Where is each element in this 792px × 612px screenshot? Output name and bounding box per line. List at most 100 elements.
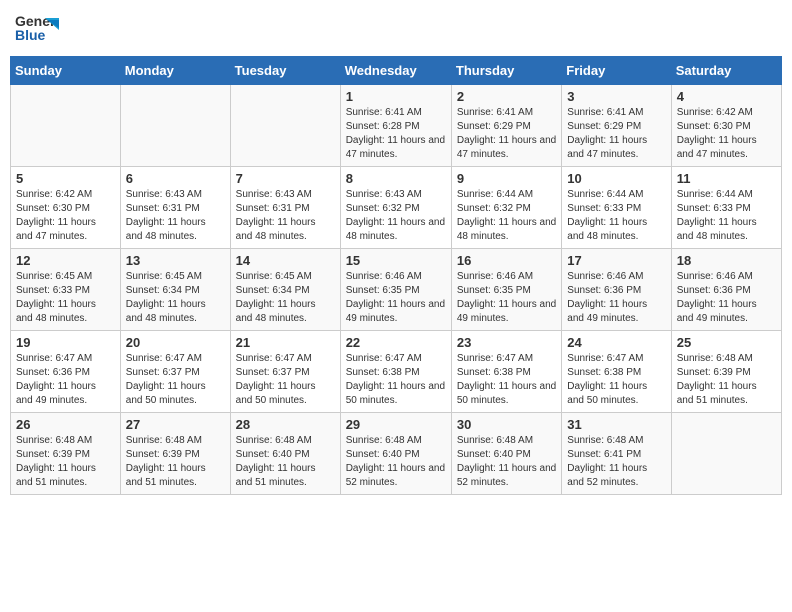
calendar-cell: [120, 85, 230, 167]
cell-content: Sunrise: 6:47 AMSunset: 6:38 PMDaylight:…: [567, 352, 665, 408]
calendar-cell: [671, 413, 781, 495]
calendar-cell: 16Sunrise: 6:46 AMSunset: 6:35 PMDayligh…: [451, 249, 561, 331]
day-of-week-header: Monday: [120, 57, 230, 85]
day-number: 29: [346, 417, 446, 432]
calendar-cell: 3Sunrise: 6:41 AMSunset: 6:29 PMDaylight…: [562, 85, 671, 167]
day-number: 2: [457, 89, 556, 104]
day-number: 15: [346, 253, 446, 268]
calendar-cell: 29 Sunrise: 6:48 AMSunset: 6:40 PMDayligh…: [340, 413, 451, 495]
day-number: 26: [16, 417, 115, 432]
calendar-cell: 5Sunrise: 6:42 AMSunset: 6:30 PMDaylight…: [11, 167, 121, 249]
day-number: 1: [346, 89, 446, 104]
calendar-cell: 11 Sunrise: 6:44 AMSunset: 6:33 PMDayligh…: [671, 167, 781, 249]
page-header: General Blue: [10, 10, 782, 46]
cell-content: Sunrise: 6:43 AMSunset: 6:32 PMDaylight:…: [346, 188, 446, 244]
day-number: 30: [457, 417, 556, 432]
day-number: 6: [126, 171, 225, 186]
cell-content: Sunrise: 6:47 AMSunset: 6:36 PMDaylight:…: [16, 352, 115, 408]
cell-content: Sunrise: 6:47 AMSunset: 6:38 PMDaylight:…: [346, 352, 446, 408]
calendar-cell: 8 Sunrise: 6:43 AMSunset: 6:32 PMDaylight…: [340, 167, 451, 249]
calendar-body: 1 Sunrise: 6:41 AMSunset: 6:28 PMDaylight…: [11, 85, 782, 495]
cell-content: Sunrise: 6:42 AMSunset: 6:30 PMDaylight:…: [677, 106, 776, 162]
cell-content: Sunrise: 6:48 AMSunset: 6:41 PMDaylight:…: [567, 434, 665, 490]
calendar-table: SundayMondayTuesdayWednesdayThursdayFrid…: [10, 56, 782, 495]
cell-content: Sunrise: 6:48 AMSunset: 6:40 PMDaylight:…: [346, 434, 446, 490]
cell-content: Sunrise: 6:44 AMSunset: 6:33 PMDaylight:…: [677, 188, 776, 244]
cell-content: Sunrise: 6:46 AMSunset: 6:35 PMDaylight:…: [346, 270, 446, 326]
calendar-cell: [11, 85, 121, 167]
day-number: 12: [16, 253, 115, 268]
calendar-cell: 23 Sunrise: 6:47 AMSunset: 6:38 PMDayligh…: [451, 331, 561, 413]
calendar-cell: 7 Sunrise: 6:43 AMSunset: 6:31 PMDaylight…: [230, 167, 340, 249]
day-of-week-header: Tuesday: [230, 57, 340, 85]
cell-content: Sunrise: 6:45 AMSunset: 6:34 PMDaylight:…: [126, 270, 225, 326]
calendar-cell: 28 Sunrise: 6:48 AMSunset: 6:40 PMDayligh…: [230, 413, 340, 495]
calendar-cell: 17 Sunrise: 6:46 AMSunset: 6:36 PMDayligh…: [562, 249, 671, 331]
day-number: 8: [346, 171, 446, 186]
cell-content: Sunrise: 6:44 AMSunset: 6:32 PMDaylight:…: [457, 188, 556, 244]
calendar-cell: 10 Sunrise: 6:44 AMSunset: 6:33 PMDayligh…: [562, 167, 671, 249]
logo: General Blue: [15, 10, 61, 46]
day-number: 19: [16, 335, 115, 350]
calendar-cell: 19 Sunrise: 6:47 AMSunset: 6:36 PMDayligh…: [11, 331, 121, 413]
day-of-week-header: Friday: [562, 57, 671, 85]
calendar-week-row: 19 Sunrise: 6:47 AMSunset: 6:36 PMDayligh…: [11, 331, 782, 413]
day-number: 9: [457, 171, 556, 186]
cell-content: Sunrise: 6:47 AMSunset: 6:38 PMDaylight:…: [457, 352, 556, 408]
calendar-cell: 30 Sunrise: 6:48 AMSunset: 6:40 PMDayligh…: [451, 413, 561, 495]
day-number: 25: [677, 335, 776, 350]
day-number: 28: [236, 417, 335, 432]
day-number: 22: [346, 335, 446, 350]
cell-content: Sunrise: 6:48 AMSunset: 6:40 PMDaylight:…: [457, 434, 556, 490]
calendar-cell: 15 Sunrise: 6:46 AMSunset: 6:35 PMDayligh…: [340, 249, 451, 331]
calendar-header-row: SundayMondayTuesdayWednesdayThursdayFrid…: [11, 57, 782, 85]
calendar-cell: 12 Sunrise: 6:45 AMSunset: 6:33 PMDayligh…: [11, 249, 121, 331]
day-number: 17: [567, 253, 665, 268]
day-number: 21: [236, 335, 335, 350]
day-number: 13: [126, 253, 225, 268]
calendar-cell: 26 Sunrise: 6:48 AMSunset: 6:39 PMDayligh…: [11, 413, 121, 495]
calendar-cell: 9 Sunrise: 6:44 AMSunset: 6:32 PMDaylight…: [451, 167, 561, 249]
day-of-week-header: Sunday: [11, 57, 121, 85]
calendar-cell: 18 Sunrise: 6:46 AMSunset: 6:36 PMDayligh…: [671, 249, 781, 331]
day-number: 11: [677, 171, 776, 186]
day-number: 23: [457, 335, 556, 350]
cell-content: Sunrise: 6:43 AMSunset: 6:31 PMDaylight:…: [126, 188, 225, 244]
calendar-cell: 1 Sunrise: 6:41 AMSunset: 6:28 PMDaylight…: [340, 85, 451, 167]
cell-content: Sunrise: 6:41 AMSunset: 6:29 PMDaylight:…: [457, 106, 556, 162]
day-number: 10: [567, 171, 665, 186]
calendar-cell: 27Sunrise: 6:48 AMSunset: 6:39 PMDayligh…: [120, 413, 230, 495]
day-number: 18: [677, 253, 776, 268]
calendar-week-row: 12 Sunrise: 6:45 AMSunset: 6:33 PMDayligh…: [11, 249, 782, 331]
day-number: 3: [567, 89, 665, 104]
day-number: 20: [126, 335, 225, 350]
calendar-cell: 6 Sunrise: 6:43 AMSunset: 6:31 PMDaylight…: [120, 167, 230, 249]
cell-content: Sunrise: 6:41 AMSunset: 6:28 PMDaylight:…: [346, 106, 446, 162]
cell-content: Sunrise: 6:44 AMSunset: 6:33 PMDaylight:…: [567, 188, 665, 244]
calendar-cell: 13 Sunrise: 6:45 AMSunset: 6:34 PMDayligh…: [120, 249, 230, 331]
day-number: 24: [567, 335, 665, 350]
calendar-cell: 14Sunrise: 6:45 AMSunset: 6:34 PMDayligh…: [230, 249, 340, 331]
calendar-week-row: 26 Sunrise: 6:48 AMSunset: 6:39 PMDayligh…: [11, 413, 782, 495]
day-number: 14: [236, 253, 335, 268]
calendar-week-row: 1 Sunrise: 6:41 AMSunset: 6:28 PMDaylight…: [11, 85, 782, 167]
day-of-week-header: Thursday: [451, 57, 561, 85]
cell-content: Sunrise: 6:45 AMSunset: 6:33 PMDaylight:…: [16, 270, 115, 326]
calendar-week-row: 5Sunrise: 6:42 AMSunset: 6:30 PMDaylight…: [11, 167, 782, 249]
cell-content: Sunrise: 6:47 AMSunset: 6:37 PMDaylight:…: [236, 352, 335, 408]
calendar-cell: 25Sunrise: 6:48 AMSunset: 6:39 PMDayligh…: [671, 331, 781, 413]
cell-content: Sunrise: 6:46 AMSunset: 6:36 PMDaylight:…: [677, 270, 776, 326]
calendar-cell: 4Sunrise: 6:42 AMSunset: 6:30 PMDaylight…: [671, 85, 781, 167]
cell-content: Sunrise: 6:46 AMSunset: 6:36 PMDaylight:…: [567, 270, 665, 326]
calendar-cell: 31Sunrise: 6:48 AMSunset: 6:41 PMDayligh…: [562, 413, 671, 495]
calendar-cell: 20 Sunrise: 6:47 AMSunset: 6:37 PMDayligh…: [120, 331, 230, 413]
calendar-cell: 22 Sunrise: 6:47 AMSunset: 6:38 PMDayligh…: [340, 331, 451, 413]
cell-content: Sunrise: 6:48 AMSunset: 6:39 PMDaylight:…: [16, 434, 115, 490]
calendar-cell: 21 Sunrise: 6:47 AMSunset: 6:37 PMDayligh…: [230, 331, 340, 413]
day-number: 7: [236, 171, 335, 186]
cell-content: Sunrise: 6:43 AMSunset: 6:31 PMDaylight:…: [236, 188, 335, 244]
day-number: 16: [457, 253, 556, 268]
cell-content: Sunrise: 6:48 AMSunset: 6:39 PMDaylight:…: [126, 434, 225, 490]
cell-content: Sunrise: 6:48 AMSunset: 6:40 PMDaylight:…: [236, 434, 335, 490]
cell-content: Sunrise: 6:47 AMSunset: 6:37 PMDaylight:…: [126, 352, 225, 408]
